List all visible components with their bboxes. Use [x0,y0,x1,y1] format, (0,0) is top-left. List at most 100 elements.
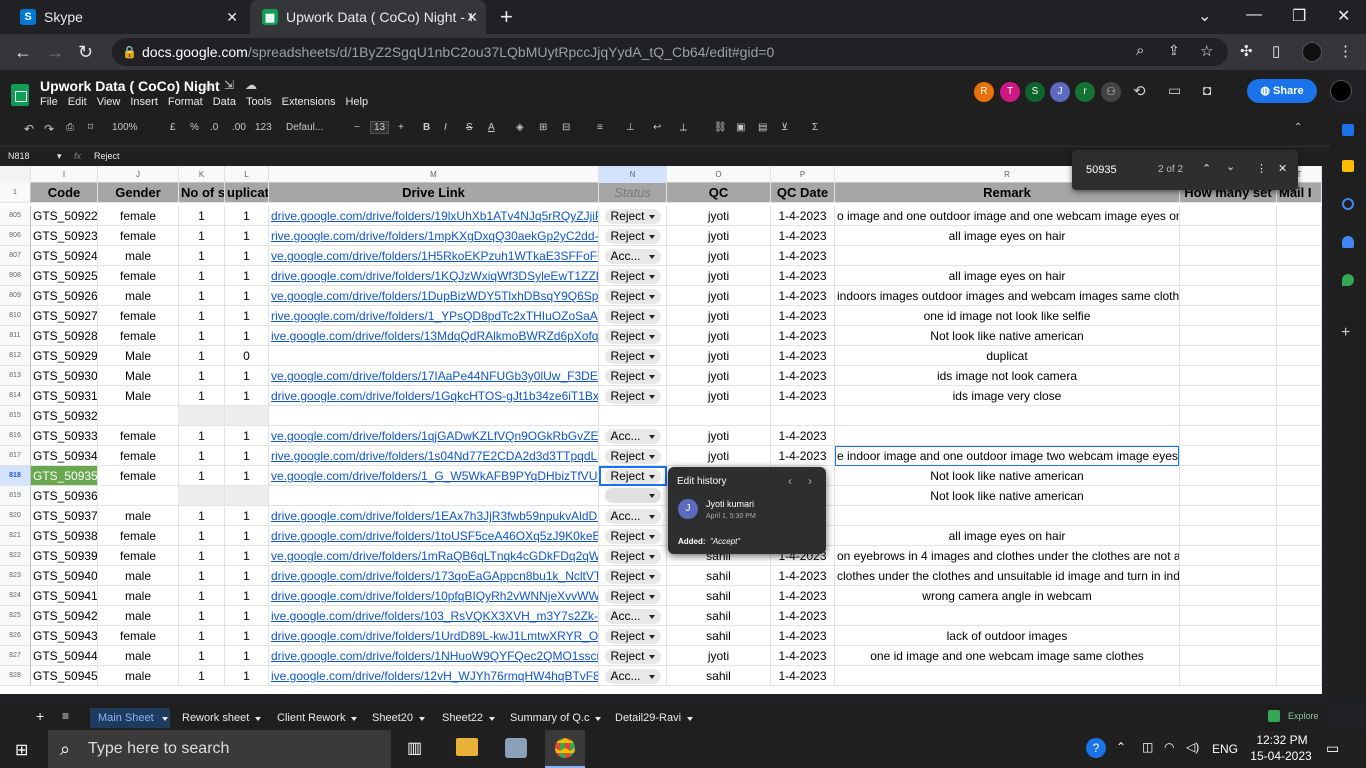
gender-cell[interactable]: Male [98,346,179,366]
gender-cell[interactable]: male [98,506,179,526]
code-cell[interactable]: GTS_50937 [31,506,98,526]
row-number[interactable]: 809 [0,286,31,306]
qc-cell[interactable]: sahil [667,666,771,686]
gender-cell[interactable]: female [98,206,179,226]
gender-cell[interactable]: female [98,326,179,346]
row-number[interactable]: 807 [0,246,31,266]
mail-cell[interactable] [1277,386,1322,406]
drive-link-cell[interactable]: ve.google.com/drive/folders/17IAaPe44NFU… [269,366,599,386]
status-dropdown-chip[interactable]: Reject [604,449,661,464]
sheet-tab-rework-sheet[interactable]: Rework sheet [182,708,263,728]
bold-button[interactable]: B [423,122,430,133]
code-cell[interactable]: GTS_50943 [31,626,98,646]
sheet-tab-detail29[interactable]: Detail29-Ravi [615,708,695,728]
how-many-set-cell[interactable] [1180,566,1277,586]
gender-cell[interactable]: female [98,306,179,326]
share-button[interactable]: ◍ Share [1247,79,1317,103]
code-cell[interactable]: GTS_50936 [31,486,98,506]
status-cell[interactable]: Reject [599,646,667,666]
date-cell[interactable]: 1-4-2023 [771,346,835,366]
set-cell[interactable]: 1 [179,546,225,566]
remark-cell[interactable] [835,666,1180,686]
col-header-m[interactable]: M [269,166,599,183]
row-number[interactable]: 823 [0,566,31,586]
currency-button[interactable]: £ [170,122,176,133]
gender-cell[interactable]: male [98,586,179,606]
code-cell[interactable]: GTS_50935 [31,466,98,486]
font-size-decrease-icon[interactable]: − [354,122,360,133]
status-dropdown-chip[interactable]: Reject [604,349,661,364]
gender-cell[interactable]: male [98,246,179,266]
app-icon[interactable] [505,738,527,758]
row-number[interactable]: 1 [0,183,31,203]
gender-cell[interactable] [98,406,179,426]
how-many-set-cell[interactable] [1180,666,1277,686]
how-many-set-cell[interactable] [1180,486,1277,506]
rotate-icon[interactable]: ⟂ [680,122,687,133]
history-icon[interactable]: ⟲ [1133,82,1146,100]
code-cell[interactable]: GTS_50925 [31,266,98,286]
row-number[interactable]: 808 [0,266,31,286]
paint-format-icon[interactable]: ⌑ [88,122,93,133]
col-header-j[interactable]: J [98,166,179,183]
gender-cell[interactable]: male [98,606,179,626]
status-dropdown-chip[interactable]: Acc... [604,669,661,684]
date-cell[interactable]: 1-4-2023 [771,666,835,686]
avatar[interactable]: T [1000,82,1020,102]
remark-cell[interactable]: all image eyes on hair [835,226,1180,246]
tab-search-icon[interactable]: ⌄ [1198,6,1211,26]
comment-icon[interactable]: ▭ [1168,82,1181,99]
qc-cell[interactable]: jyoti [667,266,771,286]
mail-cell[interactable] [1277,666,1322,686]
remark-cell[interactable]: indoors images outdoor images and webcam… [835,286,1180,306]
clock-date[interactable]: 15-04-2023 [1248,749,1314,763]
status-cell[interactable]: Reject [599,586,667,606]
status-cell[interactable]: Reject [599,266,667,286]
drive-link-cell[interactable]: ive.google.com/drive/folders/13MdqQdRAlk… [269,326,599,346]
gender-cell[interactable]: male [98,286,179,306]
mail-cell[interactable] [1277,586,1322,606]
drive-link-cell[interactable]: ve.google.com/drive/folders/1DupBizWDY5T… [269,286,599,306]
set-cell[interactable]: 1 [179,386,225,406]
star-icon[interactable]: ☆ [203,78,215,94]
date-cell[interactable]: 1-4-2023 [771,586,835,606]
find-options-icon[interactable]: ⋮ [1256,162,1267,175]
qc-cell[interactable]: jyoti [667,326,771,346]
wifi-icon[interactable]: ◠ [1164,740,1174,754]
dup-cell[interactable]: 1 [225,266,269,286]
forward-icon[interactable]: → [46,42,64,63]
row-number[interactable]: 805 [0,206,31,226]
drive-link-cell[interactable]: drive.google.com/drive/folders/19lxUhXb1… [269,206,599,226]
row-number[interactable]: 814 [0,386,31,406]
mail-cell[interactable] [1277,646,1322,666]
collapse-toolbar-icon[interactable]: ⌃ [1294,122,1302,133]
remark-cell[interactable] [835,426,1180,446]
date-cell[interactable]: 1-4-2023 [771,286,835,306]
status-cell[interactable]: Reject [599,446,667,466]
sheet-tab-client-rework[interactable]: Client Rework [277,708,359,728]
gender-cell[interactable]: Male [98,366,179,386]
chrome-taskbar-button[interactable] [545,730,585,768]
mail-cell[interactable] [1277,546,1322,566]
url-field[interactable]: 🔒 docs.google.com/spreadsheets/d/1ByZ2Sg… [112,38,1228,66]
status-cell[interactable] [599,486,667,506]
notification-icon[interactable]: ▭ [1326,740,1339,757]
functions-button[interactable]: Σ [812,122,818,133]
tray-chevron-icon[interactable]: ⌃ [1116,740,1126,754]
avatar[interactable]: S [1025,82,1045,102]
code-cell[interactable]: GTS_50923 [31,226,98,246]
add-addon-icon[interactable]: + [1341,324,1350,342]
gender-cell[interactable]: male [98,666,179,686]
valign-icon[interactable]: ⊥ [626,122,635,133]
contacts-icon[interactable] [1342,236,1354,248]
date-cell[interactable]: 1-4-2023 [771,606,835,626]
select-all-corner[interactable] [0,166,31,183]
set-cell[interactable]: 1 [179,246,225,266]
qc-cell[interactable]: jyoti [667,286,771,306]
minimize-icon[interactable]: — [1246,6,1262,24]
drive-link-cell[interactable]: drive.google.com/drive/folders/1GqkcHTOS… [269,386,599,406]
how-many-set-cell[interactable] [1180,386,1277,406]
how-many-set-cell[interactable] [1180,366,1277,386]
code-cell[interactable]: GTS_50928 [31,326,98,346]
dup-cell[interactable]: 1 [225,606,269,626]
